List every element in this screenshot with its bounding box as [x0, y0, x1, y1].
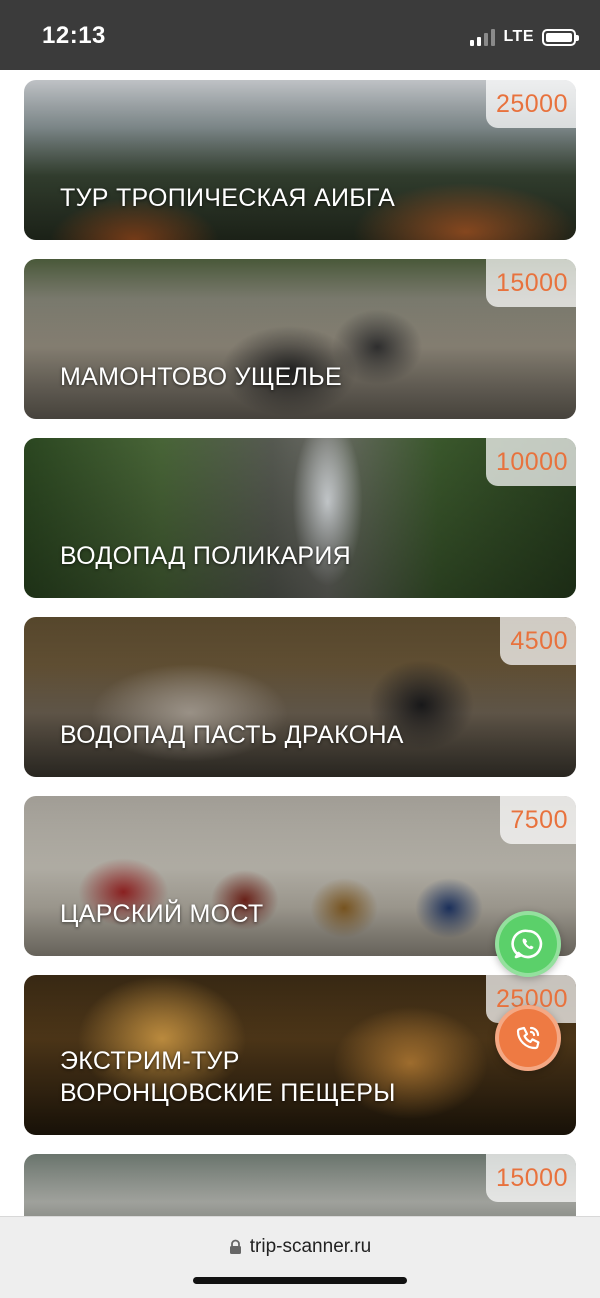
call-button[interactable] [495, 1005, 561, 1071]
tour-title: Царский мост [60, 900, 264, 928]
tour-title: Водопад Пасть Дракона [60, 721, 404, 749]
price-badge: 15000 [485, 259, 576, 307]
tour-title: Экстрим-тур Воронцовские пещеры [60, 1045, 536, 1109]
tour-card[interactable]: 25000 Экстрим-тур Воронцовские пещеры [24, 975, 576, 1135]
url-text: trip-scanner.ru [249, 1236, 372, 1257]
price-badge: 7500 [500, 796, 576, 844]
status-time: 12:13 [42, 22, 106, 49]
tour-card[interactable]: 7500 Царский мост [24, 796, 576, 956]
home-indicator[interactable] [193, 1277, 407, 1284]
tour-list: 25000 Тур Тропическая Аибга 15000 Мамонт… [24, 80, 576, 1298]
price-badge: 25000 [485, 80, 576, 128]
tour-title: Мамонтово ущелье [60, 363, 342, 391]
tour-title-line: Воронцовские пещеры [60, 1079, 396, 1107]
tour-title: Водопад Поликария [60, 542, 352, 570]
tour-title-line: Экстрим-тур [60, 1047, 240, 1075]
phone-icon [516, 1026, 540, 1050]
status-bar: 12:13 LTE [0, 0, 600, 70]
network-type: LTE [503, 28, 534, 45]
address[interactable]: trip-scanner.ru [0, 1235, 600, 1259]
browser-url-bar[interactable]: trip-scanner.ru [0, 1216, 600, 1298]
tour-card[interactable]: 10000 Водопад Поликария [24, 438, 576, 598]
status-indicators: LTE [470, 26, 579, 48]
whatsapp-icon [511, 929, 543, 959]
price-badge: 4500 [500, 617, 576, 665]
price-badge: 10000 [485, 438, 576, 486]
tour-card[interactable]: 15000 Мамонтово ущелье [24, 259, 576, 419]
signal-icon [470, 28, 496, 46]
tour-card[interactable]: 4500 Водопад Пасть Дракона [24, 617, 576, 777]
tour-card[interactable]: 25000 Тур Тропическая Аибга [24, 80, 576, 240]
battery-icon [542, 28, 579, 46]
whatsapp-button[interactable] [495, 911, 561, 977]
lock-icon [229, 1239, 241, 1254]
price-badge: 15000 [485, 1154, 576, 1202]
tour-title: Тур Тропическая Аибга [60, 184, 396, 212]
